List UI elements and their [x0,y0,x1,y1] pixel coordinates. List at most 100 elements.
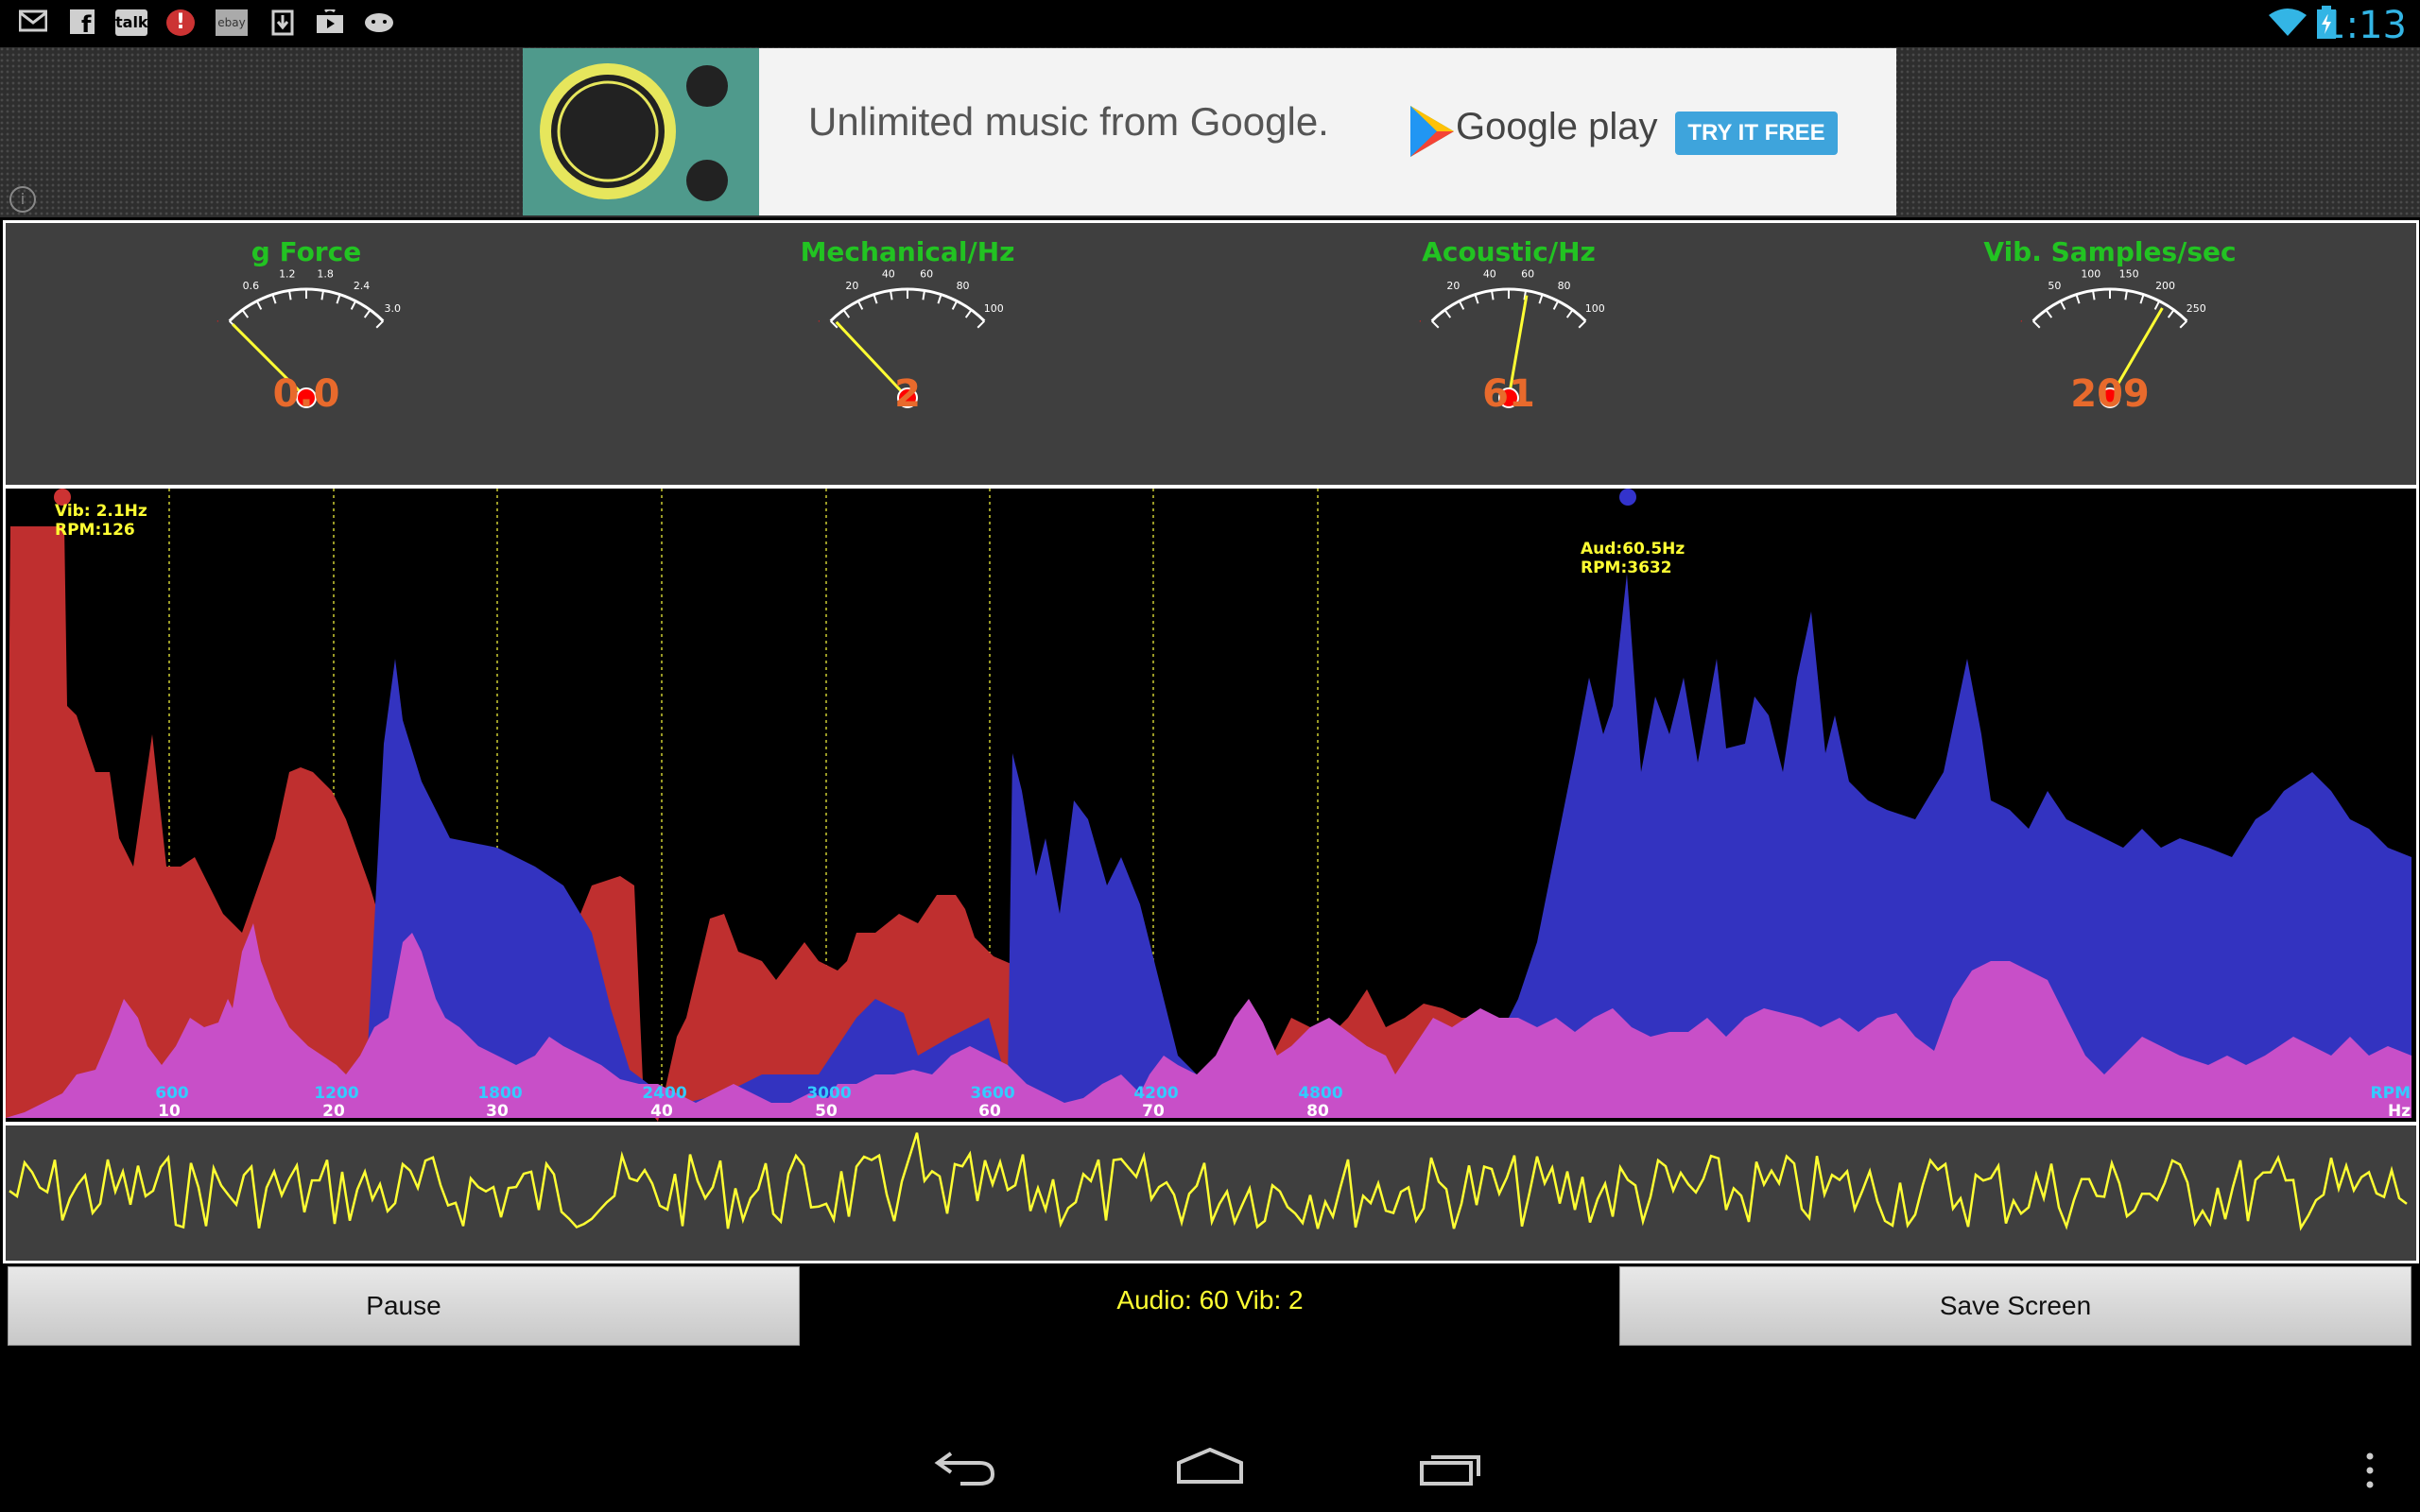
gauge-tick [255,301,263,310]
gauge-tick [2092,290,2096,301]
gauge-tick [288,290,292,301]
gauge-tick [1458,301,1465,310]
gauge-tick-label: 250 [2187,302,2206,315]
gauge-tick-label: 0.6 [243,280,260,292]
gauge-tick-label: 1.2 [279,268,296,281]
pause-button[interactable]: Pause [8,1266,800,1346]
gauge-tick [951,301,959,310]
gauge-tick-label: 40 [1483,268,1496,281]
waveform-line [9,1132,2408,1231]
try-free-button[interactable]: TRY IT FREE [1675,112,1838,155]
spectrum-chart: 600 10 1200 20 1800 30 2400 40 3000 50 3600 60 4200 7… [3,486,2419,1125]
gauge-tick [873,294,878,304]
gauge-tick [1491,290,1495,301]
ad-info-icon[interactable]: i [9,186,36,213]
recents-icon[interactable] [1418,1452,1484,1489]
facebook-icon: f [68,9,96,38]
hz-tick-label: 60 [978,1102,1001,1121]
vib-readout: Vib: 2.1Hz RPM:126 [55,502,147,540]
hz-tick-label: 30 [486,1102,509,1121]
gauge-tick-label: 3.0 [384,302,401,315]
aud-hz-label: Aud:60.5Hz [1581,540,1685,558]
gauge-tick [271,294,277,304]
hz-tick-label: 40 [650,1102,673,1121]
waveform-plot [9,1132,2408,1231]
gauge-tick-label: 50 [2048,280,2061,292]
gauge-zero-mark: · [1419,316,1423,328]
gauge-zero-mark: · [2020,316,2024,328]
gauge-tick [2153,301,2161,310]
gauge-value-samples: 209 [2070,372,2150,416]
gauge-tick [856,301,864,310]
gauge-tick [922,290,925,301]
hz-unit-label: Hz [2388,1102,2411,1121]
gauge-tick [336,294,341,304]
gauge-tick [2031,319,2041,329]
gauge-tick [2124,290,2128,301]
rpm-tick-label: 4200 [1133,1084,1178,1103]
hz-tick-label: 20 [322,1102,345,1121]
gmail-icon [18,9,48,36]
aud-peak-marker [1619,489,1636,506]
rpm-tick-label: 1800 [477,1084,522,1103]
gauge-tick-label: 20 [845,280,858,292]
gauge-tick-label: 80 [957,280,970,292]
status-bar: f talk ! ebay 1:13 [0,0,2420,47]
hz-tick-label: 50 [815,1102,838,1121]
rpm-tick-label: 3000 [806,1084,851,1103]
gauge-tick [320,290,324,301]
gauge-tick-label: 40 [882,268,895,281]
rpm-tick-label: 600 [155,1084,189,1103]
gauge-tick [1552,301,1560,310]
gauge-tick-label: 2.4 [354,280,371,292]
gauge-tick [1430,319,1440,329]
home-icon[interactable] [1175,1447,1245,1489]
waveform-panel [3,1123,2419,1263]
spectrum-plot: 60010 120020 180030 240040 300050 360060 42007… [6,489,2411,1122]
rpm-tick-label: 1200 [314,1084,358,1103]
google-play-icon [1409,104,1456,163]
play-store-icon [316,8,344,36]
hz-tick-label: 10 [158,1102,181,1121]
gauge-tick [2045,309,2053,318]
gauge-tick-label: 100 [2081,268,2100,281]
ad-speaker-image [523,48,759,215]
gauge-value-g-force: 0.0 [272,372,340,416]
gauge-tick [2167,309,2175,318]
gauge-tick-label: 150 [2119,268,2139,281]
save-screen-button[interactable]: Save Screen [1619,1266,2411,1346]
gauge-tick-label: 100 [984,302,1004,315]
gauge-tick [977,319,986,329]
gauge-tick [829,319,838,329]
back-icon[interactable] [932,1446,998,1491]
ebay-icon: ebay [216,9,248,36]
android-icon [363,9,393,36]
vib-rpm-label: RPM:126 [55,521,135,540]
gauge-tick [2075,294,2081,304]
gauge-value-mechanical: 2 [894,372,921,416]
overflow-menu-icon[interactable] [2365,1452,2375,1493]
gauge-tick-label: 60 [920,268,933,281]
gauge-tick [2059,301,2066,310]
gauge-value-acoustic: 61 [1482,372,1535,416]
ad-headline: Unlimited music from Google. [808,99,1329,144]
gauge-tick [1474,294,1479,304]
rpm-tick-label: 2400 [642,1084,686,1103]
aud-readout: Aud:60.5Hz RPM:3632 [1581,540,1685,577]
ad-brand: Google play [1456,106,1658,147]
hz-tick-label: 80 [1306,1102,1329,1121]
gauge-tick [1565,309,1574,318]
gauge-zero-mark: · [818,316,821,328]
gauge-tick [375,319,385,329]
hz-tick-label: 70 [1142,1102,1165,1121]
gauge-tick [241,309,250,318]
gauge-tick [2179,319,2188,329]
gauge-tick [363,309,372,318]
gauge-tick [350,301,357,310]
vib-hz-label: Vib: 2.1Hz [55,502,147,521]
gauge-tick [2139,294,2145,304]
alert-icon: ! [166,9,195,36]
talk-icon: talk [115,9,148,36]
gauge-tick [964,309,973,318]
wifi-icon [2267,8,2308,42]
